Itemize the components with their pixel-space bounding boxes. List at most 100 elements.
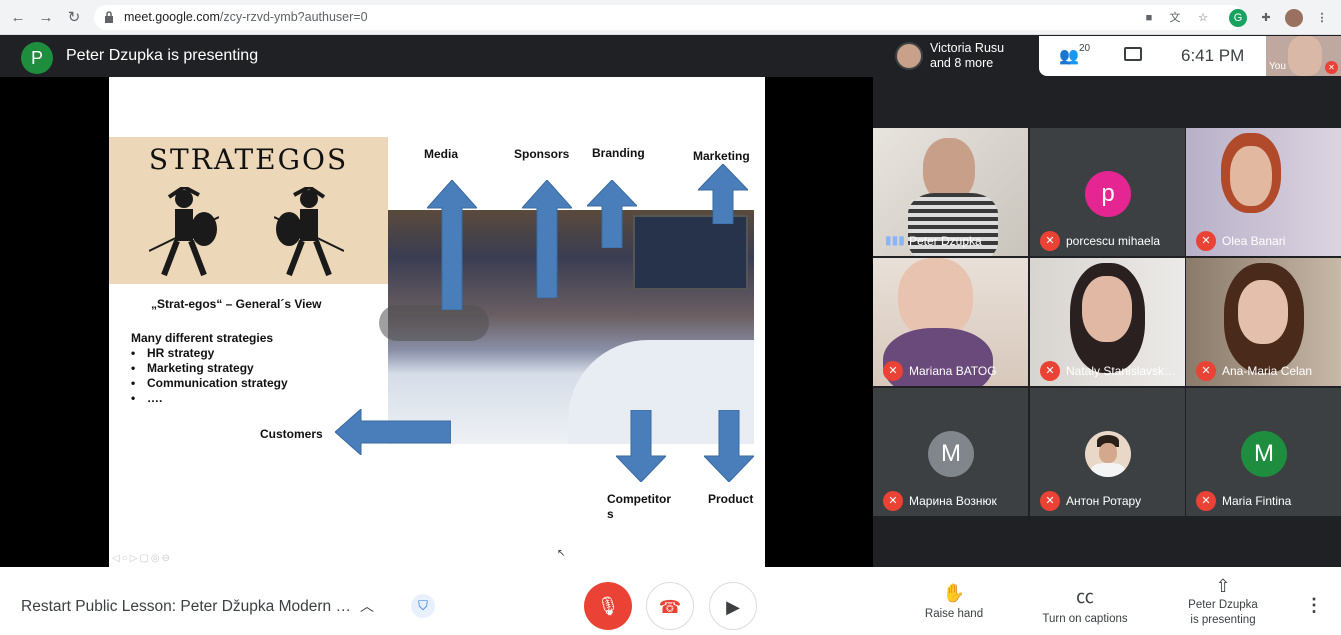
people-icon[interactable]: 👥 — [1059, 46, 1079, 66]
marketing-label: Marketing — [693, 149, 750, 163]
slide-nav-controls[interactable]: ◁○▷▢◎⊖ — [112, 553, 172, 564]
meeting-title[interactable]: Restart Public Lesson: Peter Džupka Mode… — [21, 598, 351, 616]
raise-hand-button[interactable]: ✋ Raise hand — [923, 583, 985, 620]
reload-icon[interactable]: ↻ — [64, 8, 84, 28]
mic-off-icon: ✕ — [1196, 491, 1216, 511]
competitors-label-line1: Competitor — [607, 492, 671, 506]
participant-face — [1230, 146, 1272, 206]
participant-tile[interactable]: M ✕ Maria Fintina — [1186, 388, 1341, 516]
list-item: …. — [131, 391, 288, 406]
camera-icon[interactable]: ■ — [1140, 9, 1158, 27]
lock-icon — [105, 11, 113, 23]
chat-icon[interactable] — [1124, 47, 1142, 61]
sponsors-label: Sponsors — [514, 147, 570, 161]
presenter-avatar: P — [21, 42, 53, 74]
mic-off-icon: ✕ — [1040, 361, 1060, 381]
avatar-face — [1099, 443, 1117, 463]
camera-toggle-button[interactable]: ▶ — [709, 582, 757, 630]
participant-photo-avatar — [1085, 431, 1131, 477]
participant-avatar: M — [1241, 431, 1287, 477]
presenting-button[interactable]: ⇧ Peter Dzupka is presenting — [1180, 576, 1266, 628]
participant-tile[interactable]: ✕ Nataly Stanislavsk… — [1030, 258, 1185, 386]
arrow-down-competitors — [616, 410, 666, 482]
participant-name: Peter Dzupka — [909, 234, 982, 248]
you-label: You — [1269, 61, 1286, 72]
presentation-slide: STRATEGOS „Strat-egos“ – General´s View … — [109, 77, 765, 567]
participant-face — [1082, 276, 1132, 342]
strategies-heading: Many different strategies — [131, 331, 274, 345]
mic-off-icon: ✕ — [1196, 231, 1216, 251]
chip-avatar — [895, 42, 923, 70]
meet-header-panel: 👥 20 6:41 PM — [1039, 36, 1266, 76]
back-icon[interactable]: ← — [8, 8, 28, 28]
leave-call-button[interactable]: ☎ — [646, 582, 694, 630]
strategos-title: STRATEGOS — [148, 143, 349, 176]
self-face — [1288, 36, 1322, 76]
meeting-controls-bar: Restart Public Lesson: Peter Džupka Mode… — [0, 567, 1341, 635]
presenting-label-line2: is presenting — [1190, 614, 1256, 626]
chip-name-line1: Victoria Rusu — [930, 41, 1005, 55]
participant-tile[interactable]: M ✕ Марина Вознюк — [873, 388, 1028, 516]
avatar-shirt — [1091, 463, 1125, 477]
customers-label: Customers — [260, 427, 323, 441]
captions-label: Turn on captions — [1042, 613, 1128, 625]
competitors-label: Competitor s — [607, 492, 671, 522]
participant-tile[interactable]: ▮▮▮ Peter Dzupka — [873, 128, 1028, 256]
mic-toggle-button[interactable]: 🎙 — [584, 582, 632, 630]
general-view-heading: „Strat-egos“ – General´s View — [151, 297, 322, 311]
warrior-left-figure — [149, 187, 219, 277]
extensions-icon[interactable]: ✚ — [1257, 9, 1275, 27]
participant-avatar: M — [928, 431, 974, 477]
presenter-bar: P Peter Dzupka is presenting — [0, 36, 873, 76]
raise-hand-label: Raise hand — [924, 608, 984, 620]
slide-overlay-controls[interactable] — [379, 305, 489, 341]
arrow-up-sponsors — [522, 180, 572, 298]
scoreboard — [633, 215, 748, 290]
chip-name: Victoria Rusu and 8 more — [930, 41, 1004, 71]
product-label: Product — [708, 492, 754, 506]
arrow-up-marketing — [698, 164, 748, 224]
mic-off-icon: ✕ — [1040, 491, 1060, 511]
competitors-label-line2: s — [607, 507, 614, 521]
translate-icon[interactable]: 文 — [1166, 9, 1184, 27]
mouse-cursor-icon: ↖ — [557, 548, 566, 559]
participant-face — [898, 258, 973, 338]
star-icon[interactable]: ☆ — [1194, 9, 1212, 27]
mic-off-icon: ✕ — [883, 361, 903, 381]
participant-name: Nataly Stanislavsk… — [1066, 364, 1177, 378]
participant-tile[interactable]: ✕ Ana-Maria Celan — [1186, 258, 1341, 386]
chevron-up-icon[interactable]: ︿ — [360, 596, 374, 616]
participant-tile[interactable]: p ✕ porcescu mihaela — [1030, 128, 1185, 256]
forward-icon[interactable]: → — [36, 8, 56, 28]
present-screen-icon: ⇧ — [1215, 576, 1231, 596]
mic-off-icon: ✕ — [883, 491, 903, 511]
profile-avatar[interactable] — [1285, 9, 1303, 27]
participant-tile[interactable]: ✕ Антон Ротару — [1030, 388, 1185, 516]
shield-icon[interactable]: ⛉ — [411, 594, 435, 618]
hang-up-icon: ☎ — [658, 597, 682, 617]
more-options-icon[interactable]: ⋮ — [1305, 595, 1323, 616]
address-bar[interactable]: meet.google.com/zcy-rzvd-ymb?authuser=0 — [94, 5, 1244, 30]
arrow-up-media — [427, 180, 477, 310]
video-camera-icon: ▶ — [726, 597, 740, 617]
list-item: HR strategy — [131, 346, 288, 361]
url-text: meet.google.com/zcy-rzvd-ymb?authuser=0 — [124, 10, 368, 24]
list-item: Communication strategy — [131, 376, 288, 391]
speaker-chip[interactable]: Victoria Rusu and 8 more — [889, 36, 1039, 76]
participant-name: Антон Ротару — [1066, 494, 1142, 508]
grammarly-icon[interactable]: G — [1229, 9, 1247, 27]
url-path: /zcy-rzvd-ymb?authuser=0 — [219, 10, 368, 24]
self-view-tile[interactable]: You ✕ — [1266, 36, 1341, 76]
menu-icon[interactable]: ⋮ — [1313, 9, 1331, 27]
hand-icon: ✋ — [942, 583, 966, 603]
captions-button[interactable]: ㏄ Turn on captions — [1038, 583, 1132, 625]
participant-name: Maria Fintina — [1222, 494, 1292, 508]
people-count: 20 — [1079, 43, 1091, 54]
participant-tile[interactable]: ✕ Olea Banari — [1186, 128, 1341, 256]
participant-name: Mariana BATOG — [909, 364, 997, 378]
list-item: Marketing strategy — [131, 361, 288, 376]
participant-tile[interactable]: ✕ Mariana BATOG — [873, 258, 1028, 386]
participant-name: Ana-Maria Celan — [1222, 364, 1313, 378]
presenting-label-line1: Peter Dzupka — [1188, 599, 1258, 611]
clock: 6:41 PM — [1181, 46, 1245, 65]
